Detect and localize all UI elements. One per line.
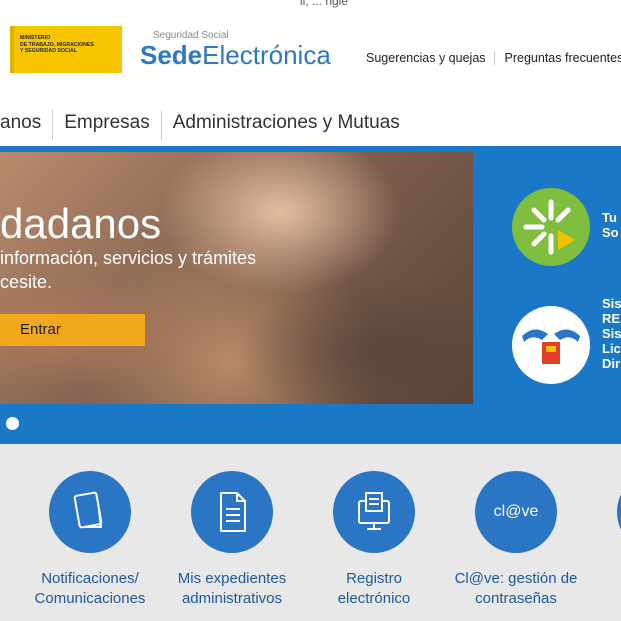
header: ll, ... nglé MINISTERIO DE TRABAJO, MIGR… <box>0 0 621 110</box>
hero-heading: dadanos <box>0 200 162 247</box>
service-registro[interactable]: Registro electrónico <box>294 471 454 609</box>
service-label: Registro electrónico <box>337 570 411 607</box>
clave-text: cl@ve <box>493 503 539 520</box>
service-expedientes[interactable]: Mis expedientes administrativos <box>152 471 312 609</box>
main-nav: anos Empresas Administraciones y Mutuas <box>0 110 411 140</box>
page: ll, ... nglé MINISTERIO DE TRABAJO, MIGR… <box>0 0 621 621</box>
nav-item-empresas[interactable]: Empresas <box>53 110 162 140</box>
side-b-text: Sis RE Sis Lic Dir <box>602 296 621 371</box>
notification-icon <box>49 471 131 553</box>
service-label: Notificaciones/Comunicaciones <box>34 570 146 607</box>
partial-icon <box>617 471 621 553</box>
service-label: Fapo <box>578 569 621 609</box>
nav-item-administraciones[interactable]: Administraciones y Mutuas <box>162 110 411 140</box>
register-icon <box>333 471 415 553</box>
sistema-red-icon[interactable] <box>512 306 590 384</box>
entrar-button[interactable]: Entrar <box>0 314 145 346</box>
hero-banner: dadanos información, servicios y trámite… <box>0 146 621 444</box>
hero-slide: dadanos información, servicios y trámite… <box>0 152 473 430</box>
document-icon <box>191 471 273 553</box>
carousel-dot[interactable] <box>6 417 19 430</box>
top-links: Sugerencias y quejas Preguntas frecuente… <box>356 51 621 65</box>
ministry-text: MINISTERIO DE TRABAJO, MIGRACIONES Y SEG… <box>20 35 94 54</box>
service-partial[interactable]: Fapo <box>578 471 621 609</box>
service-clave[interactable]: cl@ve Cl@ve: gestión de contraseñas <box>436 471 596 609</box>
link-sugerencias[interactable]: Sugerencias y quejas <box>356 51 495 65</box>
hero-text-line1: información, servicios y trámites <box>0 248 257 268</box>
services-band: Notificaciones/Comunicaciones Mis expedi… <box>0 444 621 621</box>
crest-bar <box>10 26 14 73</box>
tu-seguridad-social-icon[interactable] <box>512 188 590 266</box>
ministry-logo[interactable]: MINISTERIO DE TRABAJO, MIGRACIONES Y SEG… <box>10 26 122 73</box>
brand-title: SedeElectrónica <box>140 40 331 70</box>
link-preguntas[interactable]: Preguntas frecuentes <box>495 51 621 65</box>
service-notificaciones[interactable]: Notificaciones/Comunicaciones <box>10 471 170 609</box>
service-label: Cl@ve: gestión de contraseñas <box>454 570 578 607</box>
top-cut-text: ll, ... nglé <box>300 0 349 8</box>
clave-icon: cl@ve <box>475 471 557 553</box>
nav-item-ciudadanos[interactable]: anos <box>0 110 54 140</box>
service-label: Mis expedientes administrativos <box>177 570 287 607</box>
side-a-text: Tu So <box>602 210 619 240</box>
hero-text-line2: cesite. <box>0 272 53 292</box>
